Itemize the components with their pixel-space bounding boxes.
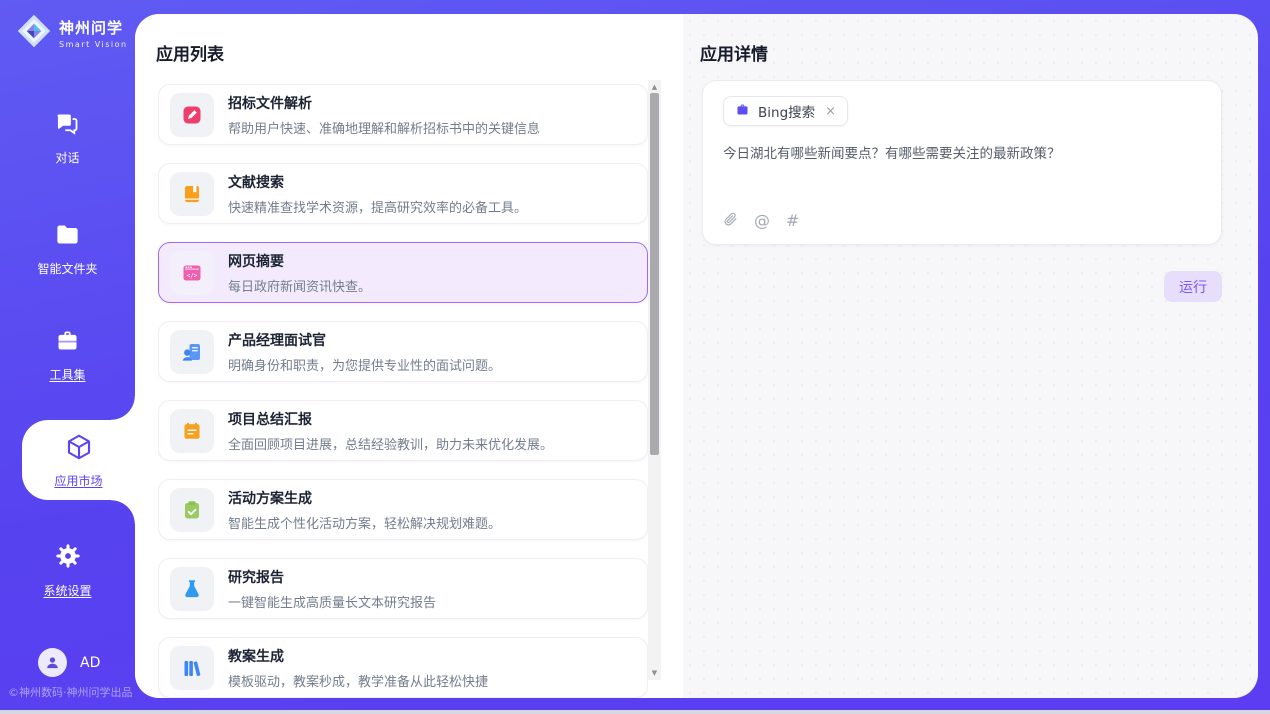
sidebar-item-app-market[interactable]: 应用市场 (22, 420, 135, 500)
run-button[interactable]: 运行 (1164, 271, 1222, 302)
scrollbar-thumb[interactable] (650, 93, 659, 455)
app-desc: 帮助用户快速、准确地理解和解析招标书中的关键信息 (228, 118, 540, 137)
books-icon (170, 646, 214, 690)
person-document-icon (170, 330, 214, 374)
clipboard-check-icon (170, 488, 214, 532)
prompt-text[interactable]: 今日湖北有哪些新闻要点？有哪些需要关注的最新政策？ (723, 144, 1203, 164)
research-flask-icon (170, 567, 214, 611)
app-desc: 模板驱动，教案秒成，教学准备从此轻松快捷 (228, 671, 488, 690)
briefcase-icon (54, 327, 81, 358)
user-name: AD (80, 655, 100, 671)
app-name: 产品经理面试官 (228, 330, 501, 350)
window-bottom-edge (0, 710, 1270, 714)
app-desc: 一键智能生成高质量长文本研究报告 (228, 592, 436, 611)
diamond-logo-icon (16, 13, 52, 53)
svg-text:</>: </> (187, 272, 198, 279)
tool-tag-label: Bing搜索 (758, 101, 815, 121)
app-card-activity-plan[interactable]: 活动方案生成 智能生成个性化活动方案，轻松解决规划难题。 (158, 479, 648, 540)
app-list-title: 应用列表 (156, 40, 224, 65)
sidebar-item-chat[interactable]: 对话 (0, 110, 135, 166)
sidebar-item-label: 智能文件夹 (37, 260, 97, 277)
briefcase-icon (735, 102, 750, 121)
close-icon[interactable]: × (825, 104, 836, 119)
app-list-panel: 应用列表 招标文件解析 帮助用户快速、准确地理解和解析招标书中的关键信息 (135, 14, 683, 698)
browser-code-icon: </> (170, 251, 214, 295)
copyright-text: ©神州数码·神州问学出品 (8, 684, 138, 700)
chat-icon (54, 110, 81, 141)
scroll-up-arrow-icon[interactable]: ▲ (648, 83, 661, 91)
app-card-lesson-plan[interactable]: 教案生成 模板驱动，教案秒成，教学准备从此轻松快捷 (158, 637, 648, 698)
folder-icon (54, 221, 81, 252)
app-name: 项目总结汇报 (228, 409, 553, 429)
avatar (38, 648, 67, 677)
sidebar-item-label: 对话 (55, 149, 79, 166)
app-card-tender-analysis[interactable]: 招标文件解析 帮助用户快速、准确地理解和解析招标书中的关键信息 (158, 84, 648, 145)
brand-subtitle: Smart Vision (59, 40, 128, 49)
app-card-research-report[interactable]: 研究报告 一键智能生成高质量长文本研究报告 (158, 558, 648, 619)
book-icon (170, 172, 214, 216)
sidebar-item-label: 应用市场 (54, 472, 102, 489)
tool-tag-bing-search[interactable]: Bing搜索 × (723, 96, 848, 126)
app-card-pm-interviewer[interactable]: 产品经理面试官 明确身份和职责，为您提供专业性的面试问题。 (158, 321, 648, 382)
app-detail-panel: 应用详情 Bing搜索 × 今日湖北有哪些新闻要点？有哪些需要关注的最新政策？ (683, 14, 1258, 698)
app-detail-title: 应用详情 (700, 40, 768, 65)
app-desc: 智能生成个性化活动方案，轻松解决规划难题。 (228, 513, 501, 532)
sidebar-item-label: 工具集 (49, 366, 85, 383)
sidebar-item-settings[interactable]: 系统设置 (0, 542, 135, 599)
app-desc: 明确身份和职责，为您提供专业性的面试问题。 (228, 355, 501, 374)
prompt-input-card[interactable]: Bing搜索 × 今日湖北有哪些新闻要点？有哪些需要关注的最新政策？ @ # (702, 80, 1222, 245)
app-name: 研究报告 (228, 567, 436, 587)
gear-icon (54, 542, 82, 574)
app-desc: 每日政府新闻资讯快查。 (228, 276, 371, 295)
scroll-down-arrow-icon[interactable]: ▼ (648, 669, 661, 677)
app-card-literature-search[interactable]: 文献搜索 快速精准查找学术资源，提高研究效率的必备工具。 (158, 163, 648, 224)
brand-name: 神州问学 (59, 17, 128, 38)
paperclip-icon[interactable] (723, 210, 738, 231)
app-desc: 快速精准查找学术资源，提高研究效率的必备工具。 (228, 197, 527, 216)
brand-logo: 神州问学 Smart Vision (16, 13, 128, 53)
pencil-square-icon (170, 93, 214, 137)
attachment-toolbar: @ # (723, 210, 799, 231)
mention-icon[interactable]: @ (754, 211, 770, 230)
app-name: 网页摘要 (228, 251, 371, 271)
app-name: 活动方案生成 (228, 488, 501, 508)
hashtag-icon[interactable]: # (786, 211, 799, 230)
sidebar-item-toolset[interactable]: 工具集 (0, 327, 135, 383)
app-desc: 全面回顾项目进展，总结经验教训，助力未来优化发展。 (228, 434, 553, 453)
sidebar-item-label: 系统设置 (43, 582, 91, 599)
app-list-scrollbar[interactable]: ▲ ▼ (648, 80, 661, 680)
app-name: 教案生成 (228, 646, 488, 666)
app-card-web-summary[interactable]: </> 网页摘要 每日政府新闻资讯快查。 (158, 242, 648, 303)
cube-icon (64, 432, 94, 466)
app-card-list: 招标文件解析 帮助用户快速、准确地理解和解析招标书中的关键信息 文献搜索 (158, 84, 648, 698)
sidebar: 神州问学 Smart Vision 对话 智能文件夹 (0, 0, 135, 710)
user-account[interactable]: AD (38, 648, 100, 677)
note-icon (170, 409, 214, 453)
content-frame: 应用列表 招标文件解析 帮助用户快速、准确地理解和解析招标书中的关键信息 (135, 14, 1258, 698)
app-name: 文献搜索 (228, 172, 527, 192)
app-window: 神州问学 Smart Vision 对话 智能文件夹 (0, 0, 1270, 714)
sidebar-item-smart-folder[interactable]: 智能文件夹 (0, 221, 135, 277)
app-name: 招标文件解析 (228, 93, 540, 113)
app-card-project-summary[interactable]: 项目总结汇报 全面回顾项目进展，总结经验教训，助力未来优化发展。 (158, 400, 648, 461)
